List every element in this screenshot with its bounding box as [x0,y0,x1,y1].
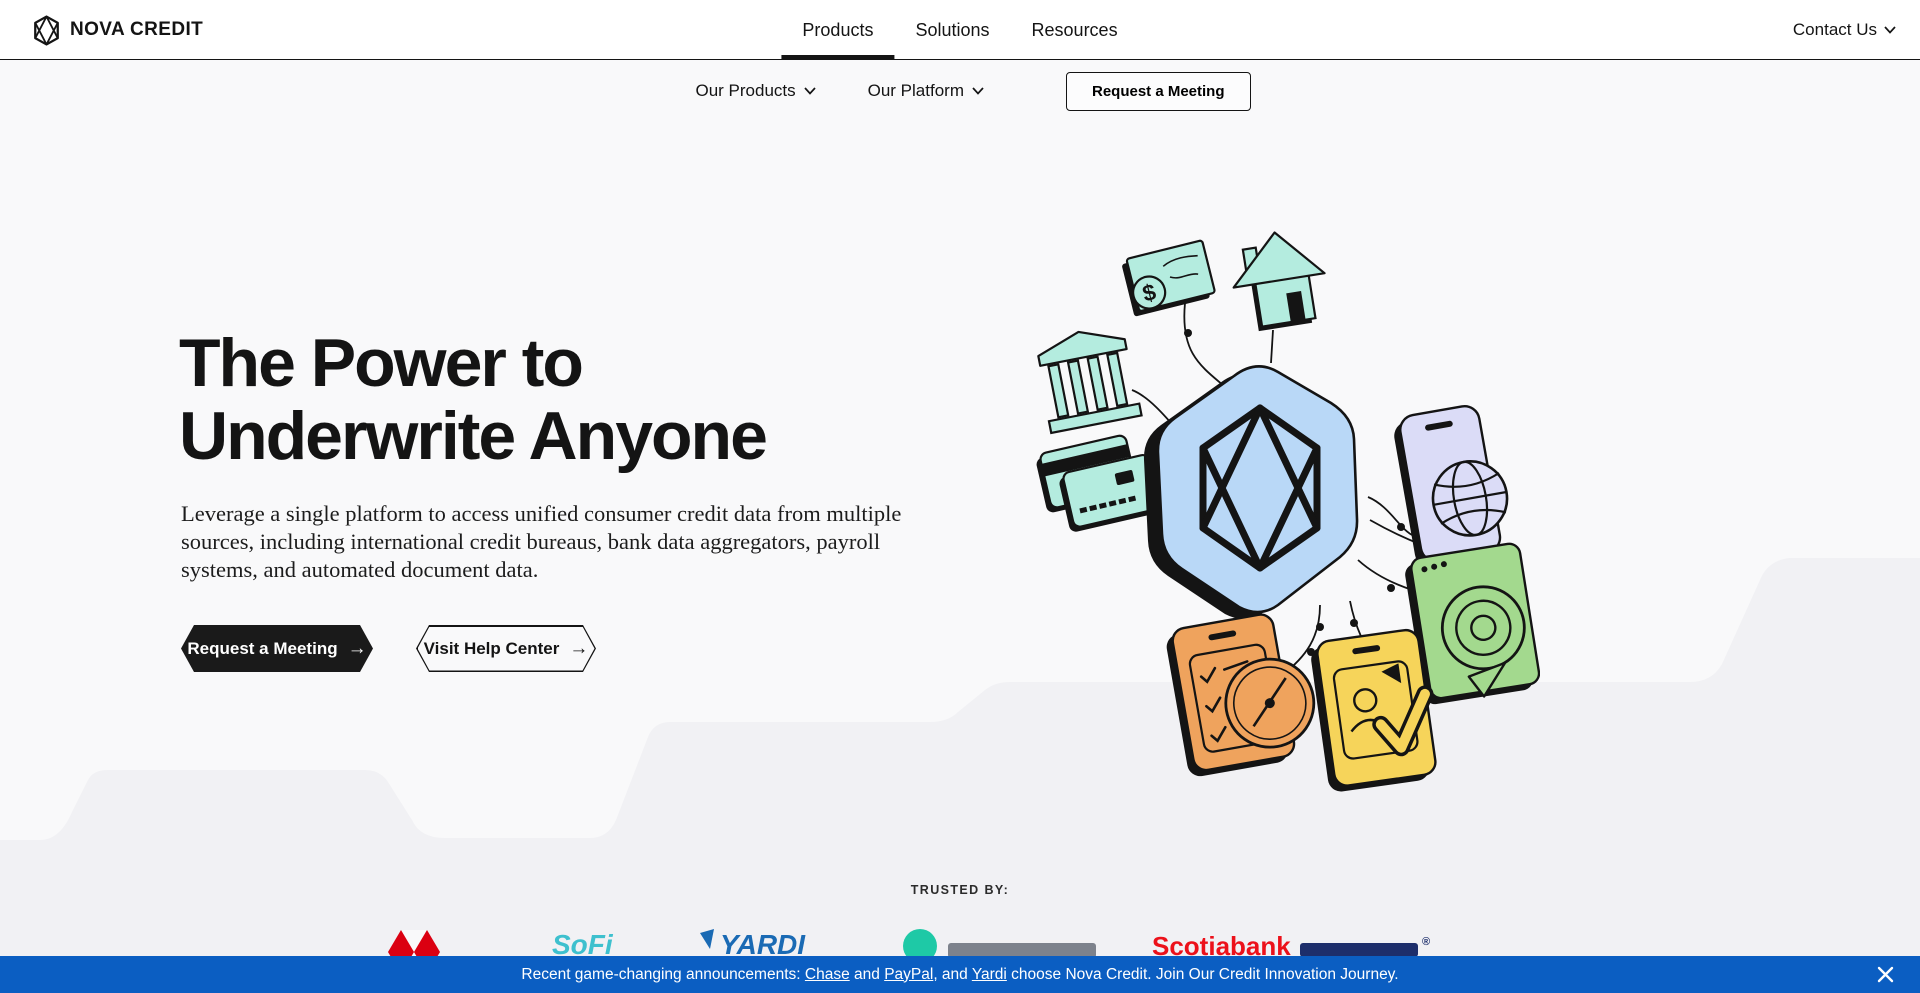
credit-card-icon [1034,430,1161,537]
chevron-down-icon [804,87,816,95]
our-platform-dropdown[interactable]: Our Platform [842,81,1010,101]
tab-resources[interactable]: Resources [1011,0,1139,60]
brand-name: NOVA CREDIT [70,19,203,41]
main-nav: Products Solutions Resources [781,0,1138,60]
nova-hexagon [1144,366,1357,619]
nova-credit-logo-icon [33,15,60,46]
nova-credit-homepage: NOVA CREDIT Products Solutions Resources… [0,0,1920,993]
arrow-right-icon: → [348,638,367,660]
announcement-banner: Recent game-changing announcements: Chas… [0,956,1920,993]
check-icon: $ [1121,240,1217,317]
page-title: The Power to Underwrite Anyone [179,327,766,473]
trusted-by-label: TRUSTED BY: [0,883,1920,897]
banner-text: Recent game-changing announcements: Chas… [521,966,1398,984]
brand[interactable]: NOVA CREDIT [33,0,203,60]
visit-help-center-button[interactable]: Visit Help Center → [416,625,596,672]
our-products-dropdown[interactable]: Our Products [669,81,841,101]
hero-description: Leverage a single platform to access uni… [181,500,943,584]
heading-line-2: Underwrite Anyone [179,400,766,473]
heading-line-1: The Power to [179,327,766,400]
chase-link[interactable]: Chase [805,966,850,983]
secondary-nav: Our Products Our Platform Request a Meet… [0,61,1920,121]
id-verification-icon [1309,628,1438,793]
background-terrain [0,0,1920,993]
request-meeting-nav-button[interactable]: Request a Meeting [1066,72,1251,111]
tab-solutions[interactable]: Solutions [894,0,1010,60]
paypal-link[interactable]: PayPal [884,966,933,983]
contact-us-menu[interactable]: Contact Us [1793,0,1896,60]
checklist-compass-icon [1164,608,1324,778]
hero-illustration: $ [1020,205,1540,805]
arrow-right-icon: → [569,638,588,660]
registered-mark: ® [1422,936,1430,948]
tab-products[interactable]: Products [781,0,894,60]
hero-cta-row: Request a Meeting → Visit Help Center → [181,625,596,672]
navy-wordmark-partner-logo [1300,943,1418,957]
request-meeting-button[interactable]: Request a Meeting → [181,625,373,672]
chevron-down-icon [972,87,984,95]
house-icon [1226,226,1332,334]
close-banner-button[interactable] [1872,962,1898,988]
top-header: NOVA CREDIT Products Solutions Resources… [0,0,1920,60]
chevron-down-icon [1884,26,1896,34]
close-icon [1877,966,1894,983]
yardi-mark [700,929,716,951]
bank-icon [1033,323,1141,433]
yardi-link[interactable]: Yardi [972,966,1007,983]
